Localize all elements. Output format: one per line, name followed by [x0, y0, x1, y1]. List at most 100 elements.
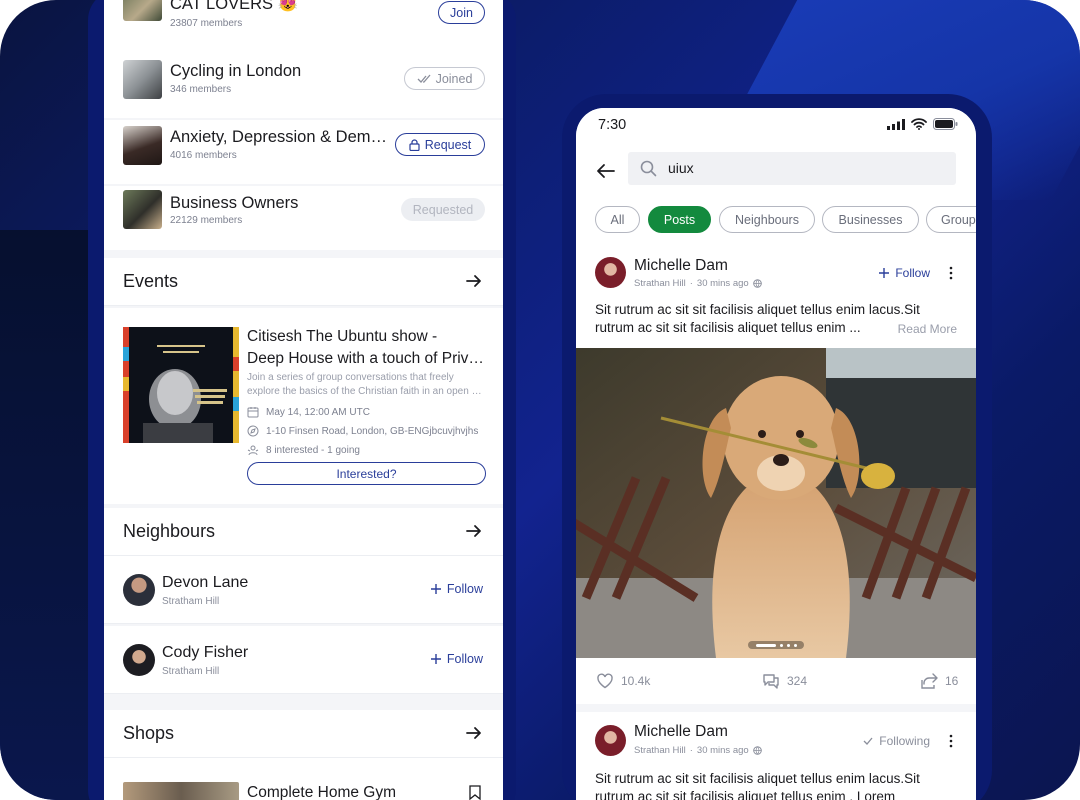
bookmark-icon[interactable]: [469, 785, 481, 800]
request-label: Request: [424, 137, 472, 152]
neighbour-row[interactable]: Cody Fisher Stratham Hill Follow: [104, 626, 503, 694]
back-arrow-icon[interactable]: [596, 161, 616, 181]
section-title: Neighbours: [123, 521, 216, 541]
joined-button[interactable]: Joined: [404, 67, 485, 90]
post-image[interactable]: [576, 348, 976, 658]
comment-icon: [763, 674, 779, 689]
like-button[interactable]: 10.4k: [596, 672, 650, 690]
pagination-dot-active: [755, 643, 776, 647]
request-button[interactable]: Request: [395, 133, 485, 156]
image-pagination-dots[interactable]: [748, 641, 804, 649]
promo-background: CAT LOVERS 😻 23807 members Join Cycling …: [0, 0, 1080, 800]
neighbour-location: Stratham Hill: [162, 596, 220, 607]
group-row[interactable]: CAT LOVERS 😻 23807 members Join: [104, 0, 503, 54]
right-phone-screen: 7:30 uiux All Posts Neighbours Businesse…: [576, 108, 976, 800]
post-text-line-content: rutrum ac sit sit facilisis aliquet tell…: [595, 320, 861, 335]
filter-chip-neighbours[interactable]: Neighbours: [719, 206, 815, 233]
comment-button[interactable]: 324: [762, 672, 807, 690]
event-date-text: May 14, 12:00 AM UTC: [266, 406, 370, 418]
event-title: Citisesh The Ubuntu show - Deep House wi…: [247, 326, 487, 370]
arrow-right-icon[interactable]: [465, 724, 483, 742]
join-label: Join: [450, 5, 473, 20]
event-interest-text: 8 interested - 1 going: [266, 444, 360, 456]
group-members-count: 346 members: [170, 84, 232, 95]
neighbour-name: Cody Fisher: [162, 644, 249, 661]
group-name: CAT LOVERS 😻: [170, 0, 299, 13]
pagination-dot: [779, 643, 783, 647]
post-text: Sit rutrum ac sit sit facilisis aliquet …: [595, 301, 957, 338]
read-more-link[interactable]: Read More: [898, 320, 957, 338]
share-button[interactable]: 16: [920, 672, 958, 690]
follow-label: Follow: [895, 266, 930, 280]
search-header: uiux All Posts Neighbours Businesses Gro…: [576, 144, 976, 244]
event-card[interactable]: Citisesh The Ubuntu show - Deep House wi…: [104, 308, 503, 504]
status-icons: [887, 118, 958, 130]
post-meta: Strathan Hill · 30 mins ago: [634, 745, 762, 756]
neighbour-name: Devon Lane: [162, 574, 249, 591]
events-section-header[interactable]: Events: [104, 258, 503, 306]
neighbour-row[interactable]: Devon Lane Stratham Hill Follow: [104, 556, 503, 624]
plus-icon: [430, 654, 441, 664]
filter-chip-businesses[interactable]: Businesses: [822, 206, 919, 233]
search-input[interactable]: uiux: [628, 152, 956, 185]
wifi-icon: [911, 118, 927, 130]
group-name: Cycling in London: [170, 62, 302, 80]
interested-button[interactable]: Interested?: [247, 462, 486, 485]
post-card[interactable]: Michelle Dam Strathan Hill · 30 mins ago…: [576, 712, 976, 800]
arrow-right-icon[interactable]: [465, 522, 483, 540]
arrow-right-icon[interactable]: [465, 272, 483, 290]
follow-button[interactable]: Follow: [430, 652, 483, 666]
comment-count: 324: [787, 674, 808, 688]
dot-separator: ·: [689, 278, 693, 289]
post-actions: 10.4k 324 16: [576, 658, 976, 704]
event-description-line: explore the basics of the Christian fait…: [247, 386, 487, 397]
following-button[interactable]: Following: [863, 734, 930, 748]
neighbours-section-header[interactable]: Neighbours: [104, 508, 503, 556]
filter-chip-groups[interactable]: Groups: [926, 206, 976, 233]
group-row[interactable]: Cycling in London 346 members Joined: [104, 54, 503, 118]
post-time: 30 mins ago: [696, 745, 749, 756]
search-query: uiux: [668, 160, 694, 176]
group-thumbnail: [123, 190, 162, 229]
event-title-line: Deep House with a touch of Private: [247, 350, 487, 367]
share-count: 16: [945, 674, 959, 688]
post-text-line: rutrum ac sit sit facilisis aliquet tell…: [595, 789, 896, 800]
avatar: [123, 574, 155, 606]
group-members-count: 4016 members: [170, 150, 237, 161]
follow-button[interactable]: Follow: [430, 582, 483, 596]
event-description-line: Join a series of group conversations tha…: [247, 372, 454, 383]
section-title: Shops: [123, 723, 175, 743]
plus-icon: [430, 584, 441, 594]
join-button[interactable]: Join: [438, 1, 485, 24]
follow-label: Follow: [446, 582, 483, 596]
event-description: Join a series of group conversations tha…: [247, 371, 487, 399]
group-thumbnail: [123, 0, 162, 21]
people-icon: [247, 445, 259, 456]
more-vertical-icon[interactable]: [948, 734, 954, 748]
avatar: [123, 644, 155, 676]
post-meta: Strathan Hill · 30 mins ago: [634, 278, 762, 289]
follow-label: Follow: [446, 652, 483, 666]
lock-icon: [409, 138, 420, 151]
search-icon: [640, 160, 657, 177]
post-text-line: rutrum ac sit sit facilisis aliquet tell…: [595, 319, 957, 338]
filter-chip-posts[interactable]: Posts: [648, 206, 711, 233]
group-members-count: 22129 members: [170, 215, 243, 226]
group-name: Business Owners: [170, 194, 299, 212]
shops-section-header[interactable]: Shops: [104, 710, 503, 758]
group-row[interactable]: Anxiety, Depression & Dementia 4016 memb…: [104, 120, 503, 184]
shop-name: Complete Home Gym: [247, 784, 397, 800]
avatar: [595, 257, 626, 288]
status-time: 7:30: [598, 117, 627, 133]
battery-icon: [933, 118, 958, 130]
status-bar: 7:30: [576, 108, 976, 144]
shop-item[interactable]: Complete Home Gym: [104, 758, 503, 800]
filter-chip-all[interactable]: All: [595, 206, 640, 233]
requested-button: Requested: [401, 198, 485, 221]
follow-button[interactable]: Follow: [879, 266, 930, 280]
post-text-line: Sit rutrum ac sit sit facilisis aliquet …: [595, 771, 920, 786]
event-address: 1-10 Finsen Road, London, GB-ENGjbcuvjhv…: [247, 425, 478, 437]
group-row[interactable]: Business Owners 22129 members Requested: [104, 186, 503, 250]
more-vertical-icon[interactable]: [948, 266, 954, 280]
group-members-count: 23807 members: [170, 18, 243, 29]
